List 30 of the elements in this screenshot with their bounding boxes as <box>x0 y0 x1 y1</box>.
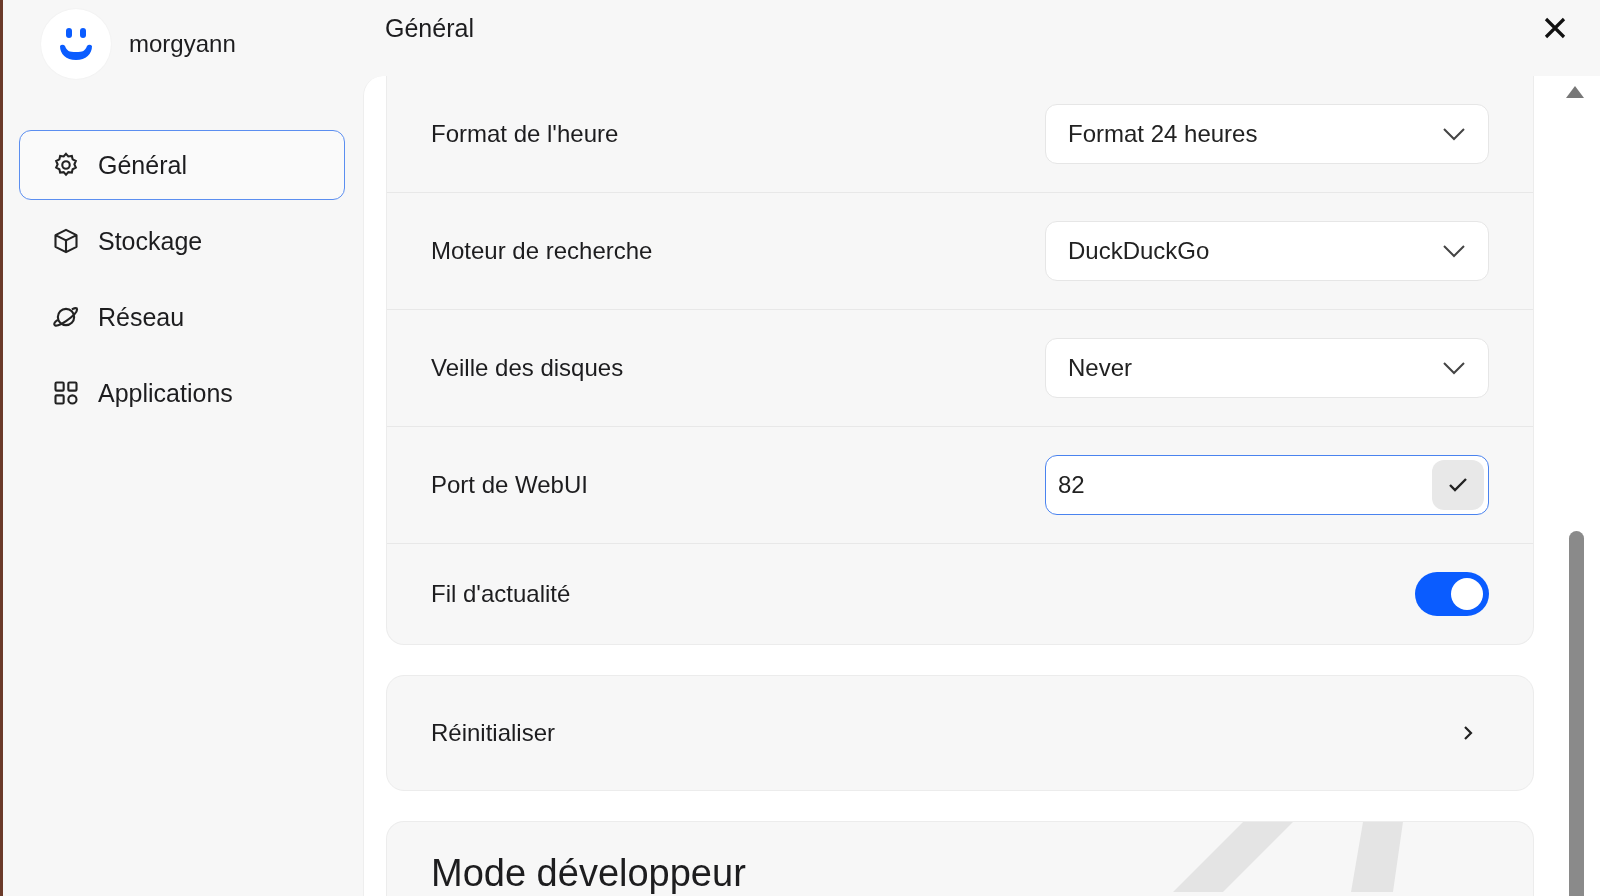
checkmark-icon <box>1448 477 1468 493</box>
sidebar-item[interactable]: Réseau <box>19 282 345 352</box>
chevron-down-icon <box>1442 361 1466 375</box>
setting-label: Veille des disques <box>431 354 624 382</box>
setting-label: Format de l'heure <box>431 120 619 148</box>
username: morgyann <box>129 30 236 58</box>
chevron-down-icon <box>1442 127 1466 141</box>
smiley-face-icon <box>58 26 94 62</box>
section-heading: Mode développeur <box>431 852 746 895</box>
setting-label: Fil d'actualité <box>431 580 571 608</box>
apps-grid-icon <box>52 379 80 407</box>
toggle-switch[interactable] <box>1415 572 1489 616</box>
setting-label: Moteur de recherche <box>431 237 653 265</box>
close-icon <box>1543 15 1567 40</box>
reset-row[interactable]: Réinitialiser <box>386 675 1534 791</box>
page-title: Général <box>385 14 474 43</box>
scrollbar-thumb[interactable] <box>1569 531 1584 896</box>
dropdown[interactable]: DuckDuckGo <box>1045 221 1489 281</box>
sidebar-item[interactable]: Stockage <box>19 206 345 276</box>
settings-icon <box>52 151 80 179</box>
sidebar-item[interactable]: Applications <box>19 358 345 428</box>
chevron-down-icon <box>1442 244 1466 258</box>
dropdown[interactable]: Never <box>1045 338 1489 398</box>
dropdown[interactable]: Format 24 heures <box>1045 104 1489 164</box>
setting-label: Port de WebUI <box>431 471 588 499</box>
port-input-field[interactable]: 82 <box>1045 455 1489 515</box>
cube-icon <box>52 227 80 255</box>
sidebar-item[interactable]: Général <box>19 130 345 200</box>
chevron-right-icon <box>1463 725 1473 741</box>
scroll-up-icon <box>1566 86 1584 98</box>
